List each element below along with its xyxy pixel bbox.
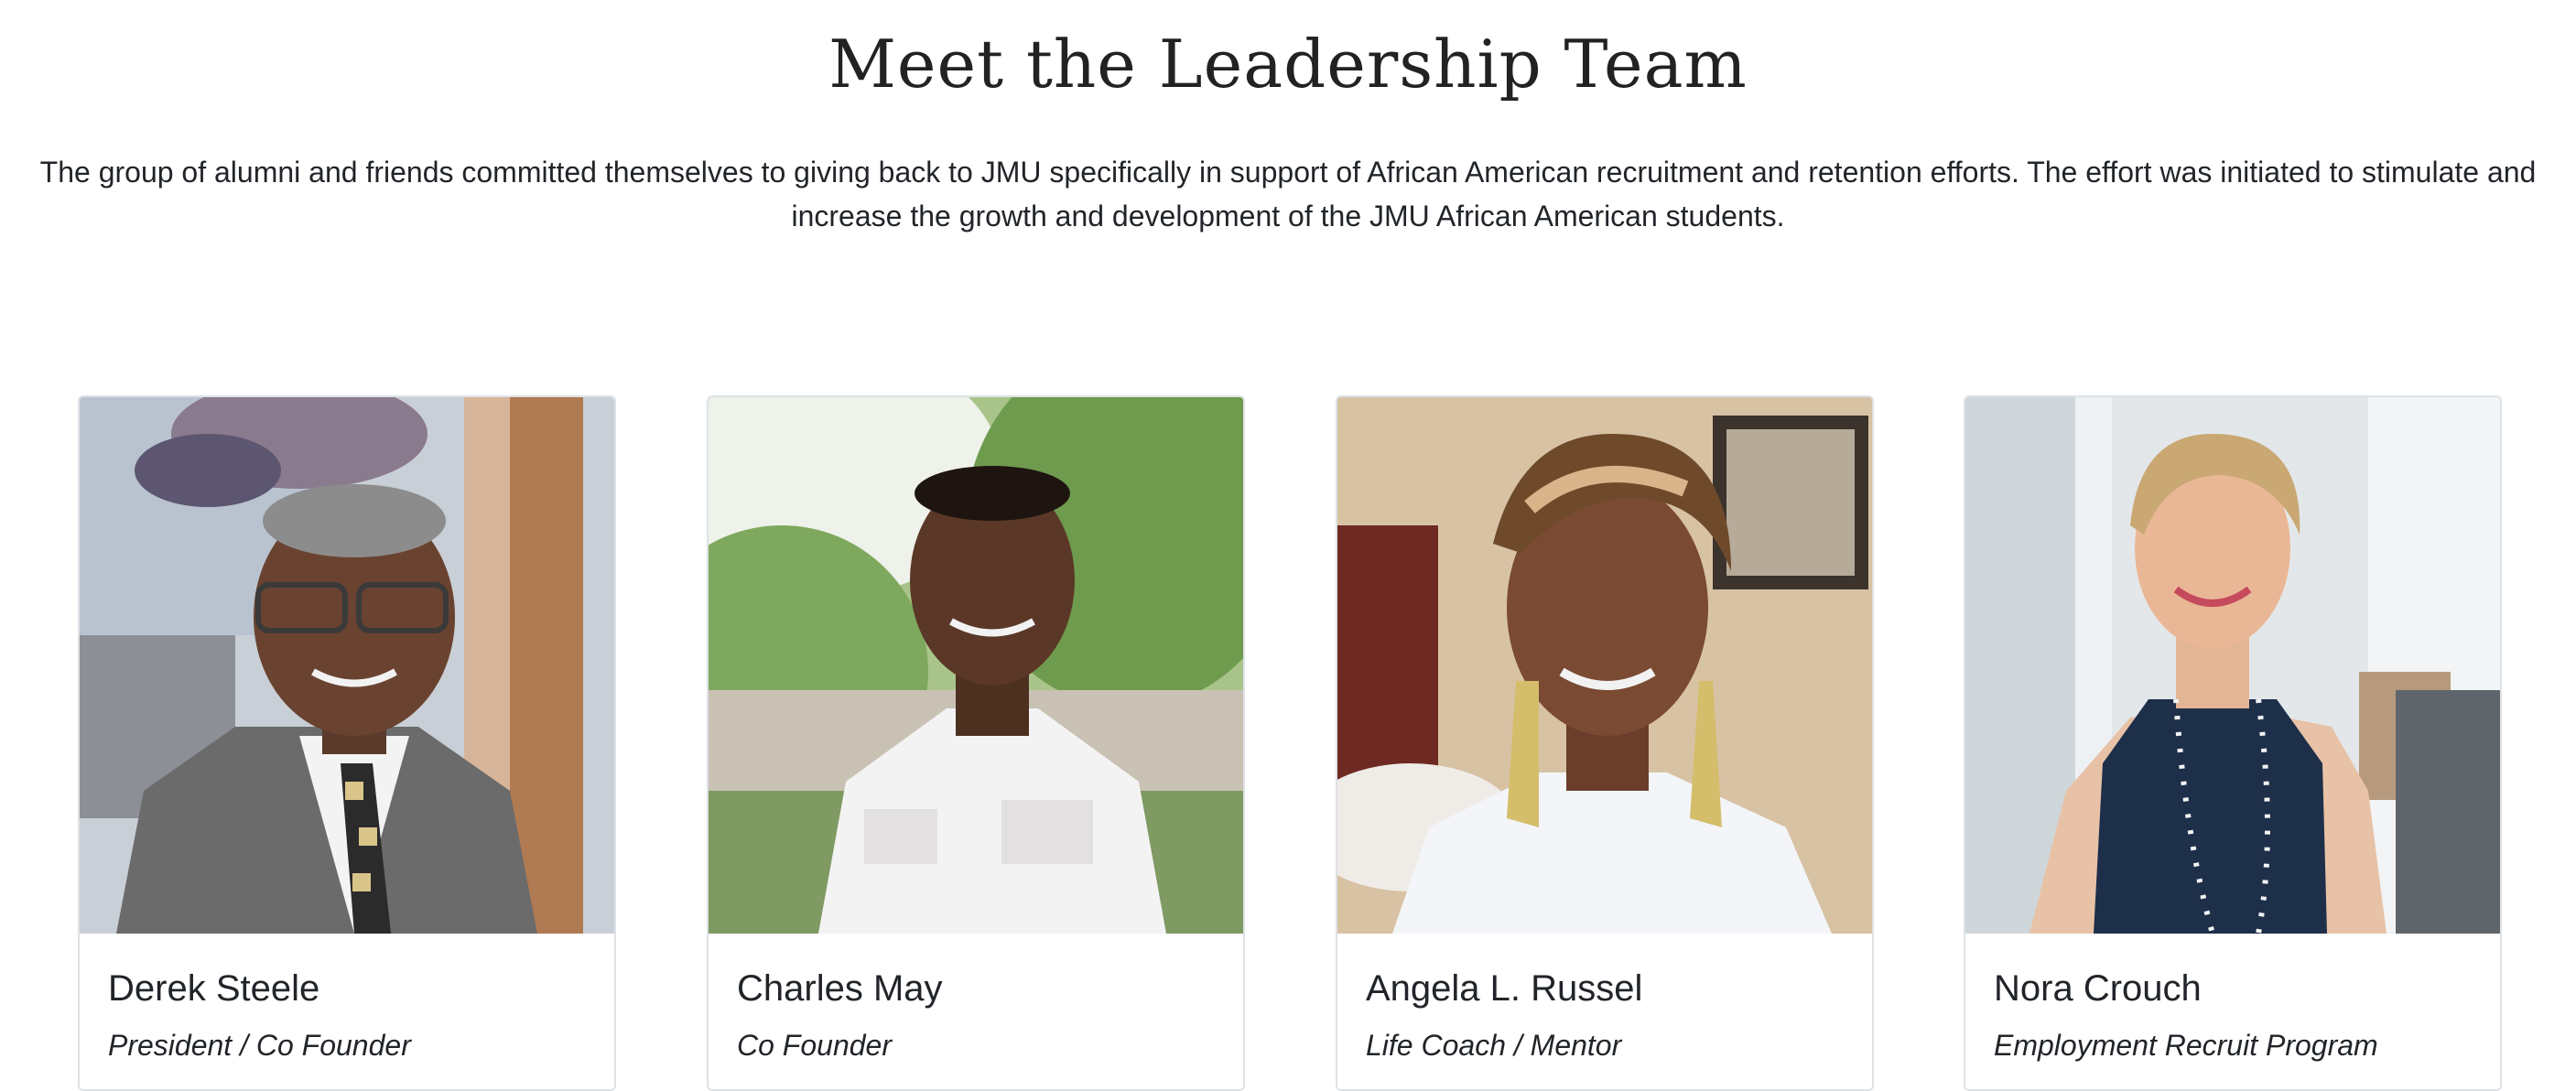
team-photo [80, 397, 614, 934]
team-photo [709, 397, 1243, 934]
team-card-angela-russel: Angela L. Russel Life Coach / Mentor [1336, 395, 1874, 1091]
team-card-derek-steele: Derek Steele President / Co Founder [78, 395, 616, 1091]
team-photo [1337, 397, 1872, 934]
team-member-name: Charles May [737, 968, 943, 1009]
team-photo [1965, 397, 2500, 934]
intro-paragraph: The group of alumni and friends committe… [39, 156, 2537, 232]
team-member-role: President / Co Founder [108, 1029, 411, 1062]
team-card-nora-crouch: Nora Crouch Employment Recruit Program [1964, 395, 2502, 1091]
team-member-name: Angela L. Russel [1366, 968, 1643, 1009]
team-member-role: Employment Recruit Program [1994, 1029, 2378, 1062]
team-member-role: Life Coach / Mentor [1366, 1029, 1622, 1062]
team-member-name: Derek Steele [108, 968, 320, 1009]
team-member-name: Nora Crouch [1994, 968, 2202, 1009]
team-card-charles-may: Charles May Co Founder [707, 395, 1245, 1091]
page-title: Meet the Leadership Team [828, 26, 1748, 103]
team-member-role: Co Founder [737, 1029, 892, 1062]
